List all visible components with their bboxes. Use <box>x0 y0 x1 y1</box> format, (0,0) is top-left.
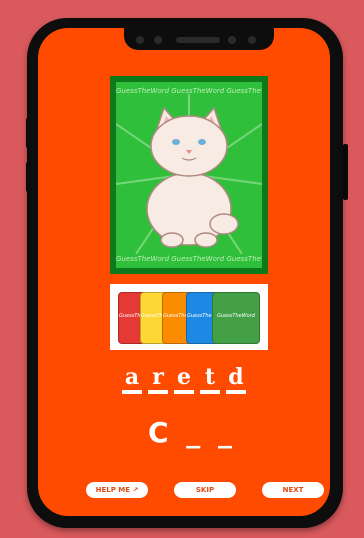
cat-illustration <box>116 94 262 254</box>
speaker-grille <box>176 37 220 43</box>
letter-tile[interactable]: e <box>174 364 194 394</box>
picture-card: GuessTheWord GuessTheWord GuessTheWord <box>110 76 268 274</box>
deck-card-label: GuessTheWord <box>217 313 255 319</box>
card-brand-bottom: GuessTheWord GuessTheWord GuessTheWord <box>116 255 262 263</box>
app-scene: GuessTheWord GuessTheWord GuessTheWord <box>0 0 364 538</box>
letter-tile[interactable]: a <box>122 364 142 394</box>
sensor-dot <box>248 36 256 44</box>
power-button <box>343 144 348 200</box>
sensor-dot <box>136 36 144 44</box>
deck-card-green[interactable]: GuessTheWord <box>212 292 260 344</box>
letter-tile[interactable]: t <box>200 364 220 394</box>
sensor-dot <box>154 36 162 44</box>
letter-tile[interactable]: r <box>148 364 168 394</box>
game-screen: GuessTheWord GuessTheWord GuessTheWord <box>38 28 330 516</box>
next-button[interactable]: NEXT <box>262 482 324 498</box>
card-deck: GuessTheWord GuessTheWord GuessTheWord G… <box>110 284 268 350</box>
picture-card-face: GuessTheWord GuessTheWord GuessTheWord <box>116 82 262 268</box>
scrambled-letters: a r e t d <box>122 364 246 396</box>
skip-button[interactable]: SKIP <box>174 482 236 498</box>
answer-slots: C _ _ <box>148 416 237 449</box>
letter-tile[interactable]: d <box>226 364 246 394</box>
phone-notch <box>124 28 274 50</box>
camera-lens <box>228 36 236 44</box>
help-button[interactable]: HELP ME ↗ <box>86 482 148 498</box>
